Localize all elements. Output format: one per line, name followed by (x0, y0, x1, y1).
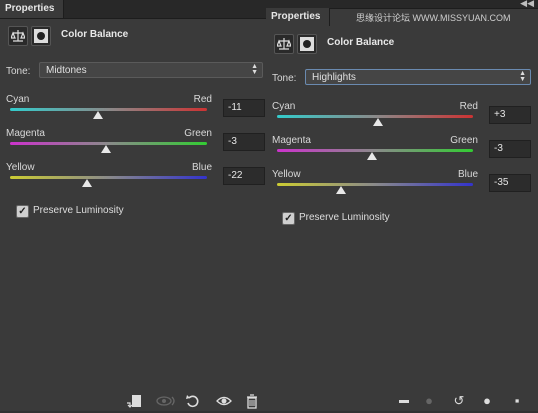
preserve-luminosity-checkbox[interactable]: ✓ (16, 205, 29, 218)
slider-label-right: Green (184, 128, 212, 139)
slider-label-left: Yellow (272, 169, 301, 180)
slider-value-field[interactable]: -22 (223, 167, 265, 185)
slider-track[interactable] (10, 176, 207, 179)
preserve-luminosity-label: Preserve Luminosity (33, 205, 124, 216)
slider-value-field[interactable]: -3 (489, 140, 531, 158)
slider-label-right: Green (450, 135, 478, 146)
scale-icon[interactable] (274, 34, 294, 54)
scale-icon[interactable] (8, 26, 28, 46)
tone-label: Tone: (6, 66, 31, 77)
clip-to-layer-icon[interactable] (126, 393, 142, 409)
adjustment-title: Color Balance (61, 29, 129, 40)
collapse-panel-icon[interactable]: ◀◀ (520, 0, 534, 8)
reset-icon[interactable]: ↺ (451, 393, 467, 409)
select-arrows-icon: ▲ ▼ (251, 63, 258, 76)
slider-thumb[interactable] (92, 111, 103, 119)
slider-label-left: Magenta (272, 135, 311, 146)
slider-label-right: Blue (191, 162, 212, 173)
properties-tab[interactable]: Properties (266, 8, 331, 26)
clip-to-layer-icon[interactable]: ▬ (396, 393, 412, 409)
slider-label-left: Yellow (6, 162, 35, 173)
watermark: 思缘设计论坛 WWW.MISSYUAN.COM (356, 13, 511, 23)
properties-tab[interactable]: Properties (0, 0, 65, 18)
eye-icon[interactable] (216, 393, 232, 409)
slider-label-left: Cyan (6, 94, 30, 105)
eye-icon[interactable]: ● (479, 393, 495, 409)
tone-select[interactable]: Midtones ▲ ▼ (39, 62, 263, 78)
slider-magenta-green: Magenta Green -3 (0, 128, 266, 164)
select-arrows-icon: ▲ ▼ (519, 70, 526, 83)
slider-thumb[interactable] (367, 152, 378, 160)
view-previous-state-icon[interactable]: ● (421, 393, 437, 409)
preserve-luminosity-label: Preserve Luminosity (299, 212, 390, 223)
slider-cyan-red: Cyan Red -11 (0, 94, 266, 130)
slider-thumb[interactable] (81, 179, 92, 187)
slider-value-field[interactable]: -11 (223, 99, 265, 117)
slider-magenta-green: Magenta Green -3 (266, 135, 538, 171)
mask-icon[interactable] (31, 26, 51, 46)
slider-label-right: Red (459, 101, 478, 112)
slider-thumb[interactable] (335, 186, 346, 194)
slider-thumb[interactable] (100, 145, 111, 153)
slider-track[interactable] (10, 108, 207, 111)
trash-icon[interactable] (244, 393, 260, 409)
tone-select[interactable]: Highlights ▲ ▼ (305, 69, 531, 85)
slider-label-left: Magenta (6, 128, 45, 139)
slider-thumb[interactable] (372, 118, 383, 126)
slider-value-field[interactable]: +3 (489, 106, 531, 124)
slider-value-field[interactable]: -35 (489, 174, 531, 192)
reset-icon[interactable] (185, 393, 201, 409)
adjustment-title: Color Balance (327, 37, 395, 48)
tone-select-value: Midtones (46, 65, 87, 76)
mask-icon[interactable] (297, 34, 317, 54)
slider-yellow-blue: Yellow Blue -22 (0, 162, 266, 198)
slider-label-left: Cyan (272, 101, 296, 112)
slider-yellow-blue: Yellow Blue -35 (266, 169, 538, 205)
preserve-luminosity-checkbox[interactable]: ✓ (282, 212, 295, 225)
slider-track[interactable] (277, 183, 473, 186)
tone-label: Tone: (272, 73, 297, 84)
slider-label-right: Red (193, 94, 212, 105)
view-previous-state-icon[interactable] (155, 393, 177, 409)
bottom-toolbar-right: ▬ ● ↺ ● ▪ (266, 389, 538, 411)
properties-panel-midtones: Properties Color Balance Tone: Midtones … (0, 0, 266, 411)
properties-panel-highlights: ◀◀ Properties 思缘设计论坛 WWW.MISSYUAN.COM Co… (266, 0, 538, 411)
slider-value-field[interactable]: -3 (223, 133, 265, 151)
slider-cyan-red: Cyan Red +3 (266, 101, 538, 137)
tone-select-value: Highlights (312, 72, 356, 83)
trash-icon[interactable]: ▪ (509, 393, 525, 409)
slider-label-right: Blue (457, 169, 478, 180)
